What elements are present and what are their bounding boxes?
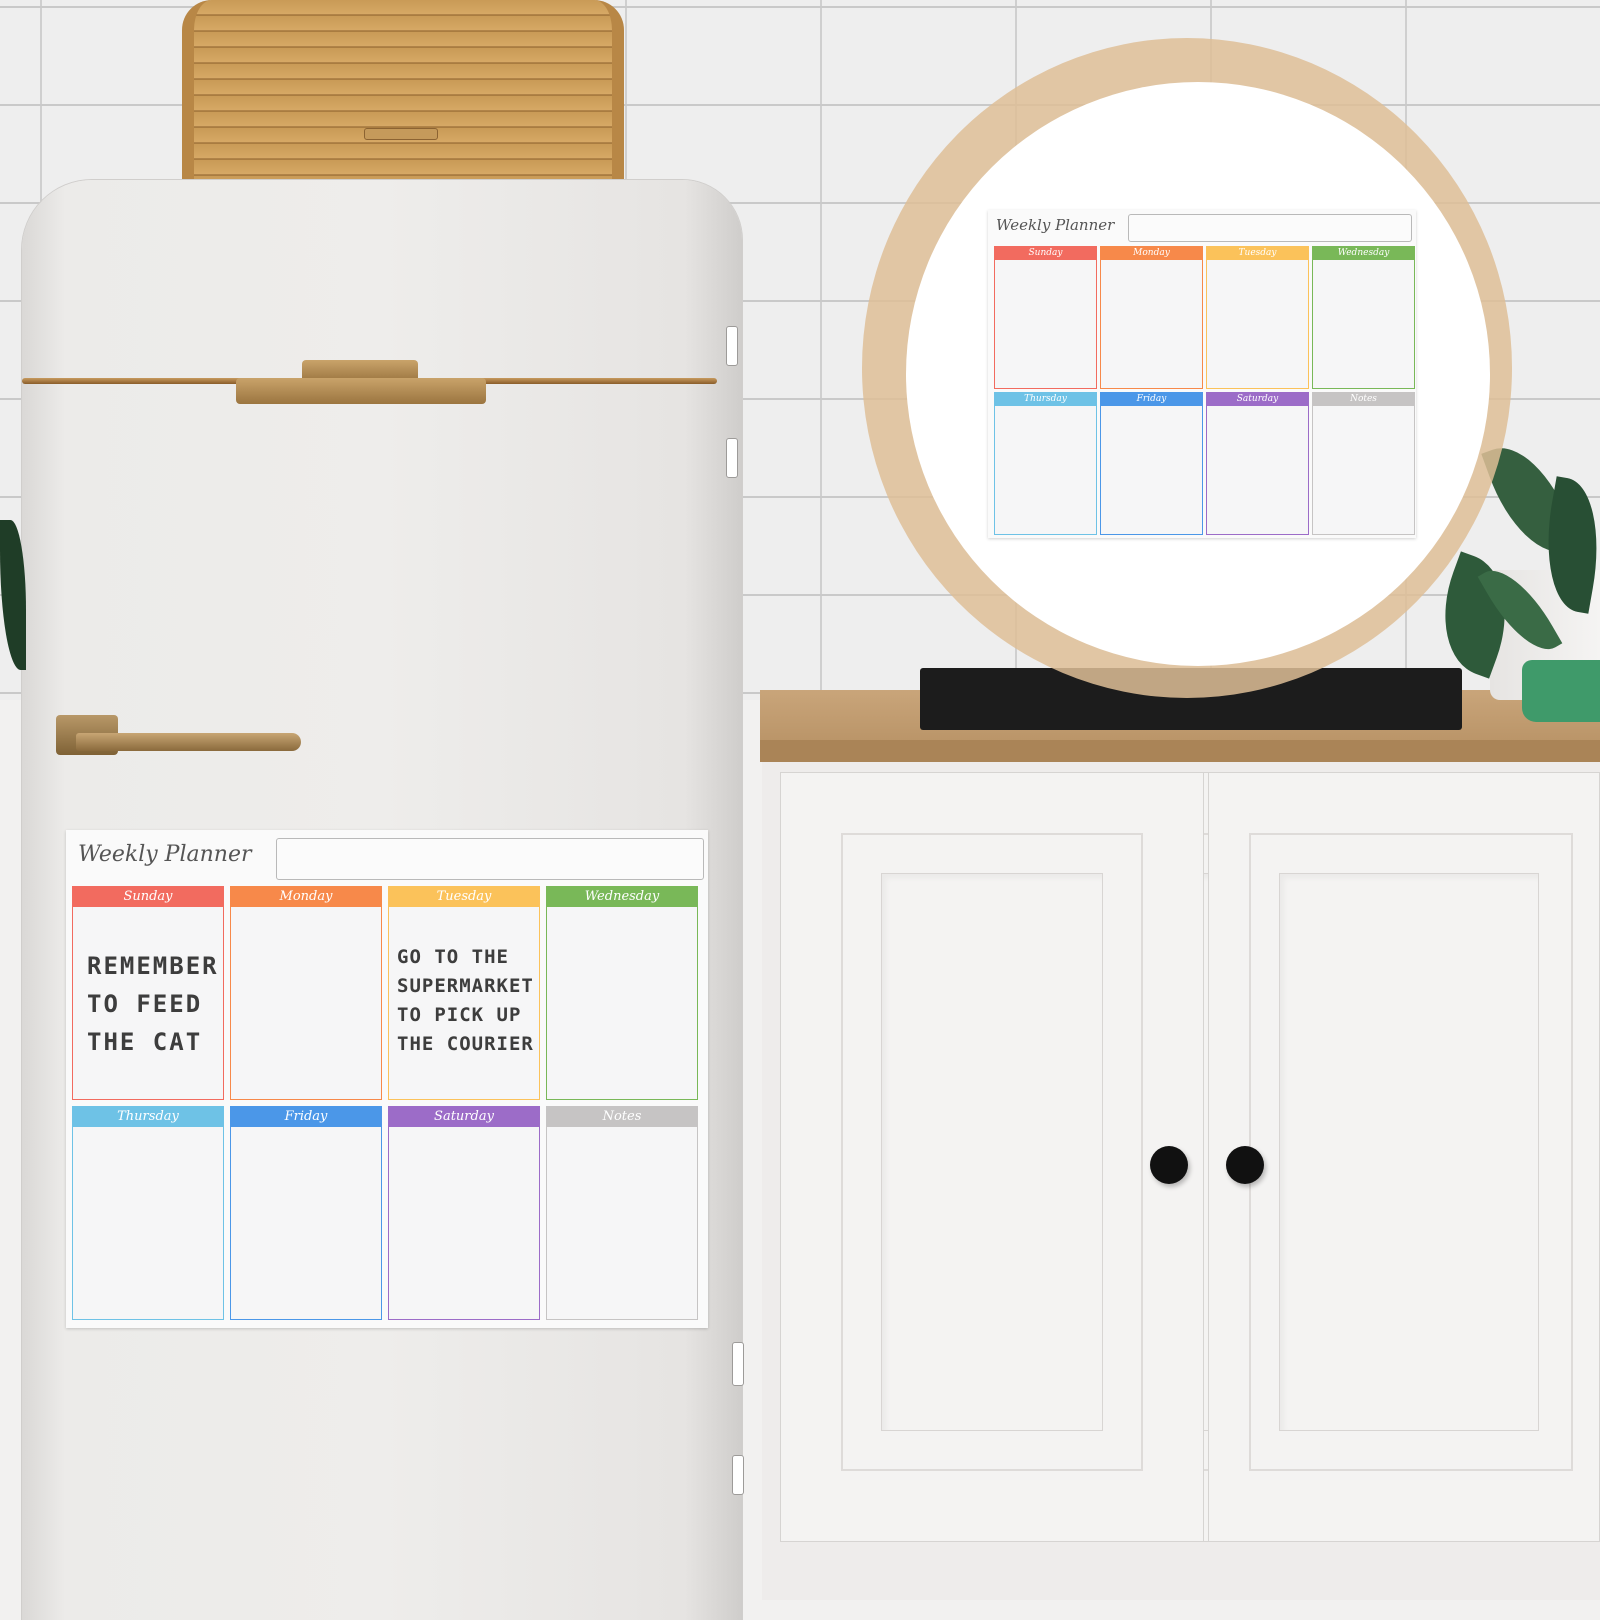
inset-day-header-wednesday: Wednesday bbox=[1312, 246, 1415, 260]
day-cell-saturday[interactable]: Saturday bbox=[388, 1106, 540, 1320]
inset-day-cell-sunday[interactable]: Sunday bbox=[994, 246, 1097, 389]
day-header-thursday: Thursday bbox=[72, 1106, 224, 1127]
inset-day-header-monday: Monday bbox=[1100, 246, 1203, 260]
countertop-edge bbox=[760, 740, 1600, 762]
cabinet-door-left-wide bbox=[780, 772, 1204, 1542]
day-cell-sunday[interactable]: Sunday REMEMBER TO FEED THE CAT bbox=[72, 886, 224, 1100]
inset-day-cell-notes[interactable]: Notes bbox=[1312, 392, 1415, 535]
inset-day-header-saturday: Saturday bbox=[1206, 392, 1309, 406]
weekly-planner: Weekly Planner Sunday REMEMBER TO FEED TH… bbox=[66, 830, 708, 1328]
inset-day-cell-tuesday[interactable]: Tuesday bbox=[1206, 246, 1309, 389]
day-header-tuesday: Tuesday bbox=[388, 886, 540, 907]
day-header-friday: Friday bbox=[230, 1106, 382, 1127]
day-header-notes: Notes bbox=[546, 1106, 698, 1127]
day-cell-monday[interactable]: Monday bbox=[230, 886, 382, 1100]
inset-planner-title: Weekly Planner bbox=[996, 216, 1115, 234]
day-header-saturday: Saturday bbox=[388, 1106, 540, 1127]
fridge-door-handle bbox=[56, 715, 301, 755]
bread-box-handle bbox=[364, 128, 438, 140]
handwritten-note-tuesday: GO TO THE SUPERMARKET TO PICK UP THE COU… bbox=[397, 946, 534, 1055]
fridge-hinge bbox=[726, 326, 738, 366]
fridge-hinge bbox=[732, 1455, 744, 1495]
cabinet-knob-left bbox=[1150, 1146, 1188, 1184]
day-header-monday: Monday bbox=[230, 886, 382, 907]
inset-day-header-notes: Notes bbox=[1312, 392, 1415, 406]
inset-day-header-friday: Friday bbox=[1100, 392, 1203, 406]
planner-title-field[interactable] bbox=[276, 838, 704, 880]
fridge-hinge bbox=[726, 438, 738, 478]
day-cell-wednesday[interactable]: Wednesday bbox=[546, 886, 698, 1100]
fridge-emblem bbox=[236, 360, 486, 404]
inset-day-header-thursday: Thursday bbox=[994, 392, 1097, 406]
day-header-wednesday: Wednesday bbox=[546, 886, 698, 907]
day-cell-tuesday[interactable]: Tuesday GO TO THE SUPERMARKET TO PICK UP … bbox=[388, 886, 540, 1100]
day-cell-thursday[interactable]: Thursday bbox=[72, 1106, 224, 1320]
cabinet-knob-right bbox=[1226, 1146, 1264, 1184]
day-header-sunday: Sunday bbox=[72, 886, 224, 907]
day-cell-notes[interactable]: Notes bbox=[546, 1106, 698, 1320]
inset-day-header-tuesday: Tuesday bbox=[1206, 246, 1309, 260]
planner-title: Weekly Planner bbox=[78, 842, 252, 867]
fridge-hinge bbox=[732, 1342, 744, 1386]
bread-box bbox=[182, 0, 624, 190]
inset-day-cell-thursday[interactable]: Thursday bbox=[994, 392, 1097, 535]
inset-day-cell-saturday[interactable]: Saturday bbox=[1206, 392, 1309, 535]
day-cell-friday[interactable]: Friday bbox=[230, 1106, 382, 1320]
cabinet-door-right-wide bbox=[1208, 772, 1600, 1542]
handwritten-note-sunday: REMEMBER TO FEED THE CAT bbox=[87, 952, 219, 1056]
inset-planner-title-field[interactable] bbox=[1128, 214, 1412, 242]
inset-day-cell-monday[interactable]: Monday bbox=[1100, 246, 1203, 389]
inset-day-header-sunday: Sunday bbox=[994, 246, 1097, 260]
inset-day-cell-friday[interactable]: Friday bbox=[1100, 392, 1203, 535]
inset-weekly-planner: Weekly Planner Sunday Monday Tuesday Wednes… bbox=[988, 210, 1416, 538]
green-towel bbox=[1522, 660, 1600, 722]
inset-day-cell-wednesday[interactable]: Wednesday bbox=[1312, 246, 1415, 389]
